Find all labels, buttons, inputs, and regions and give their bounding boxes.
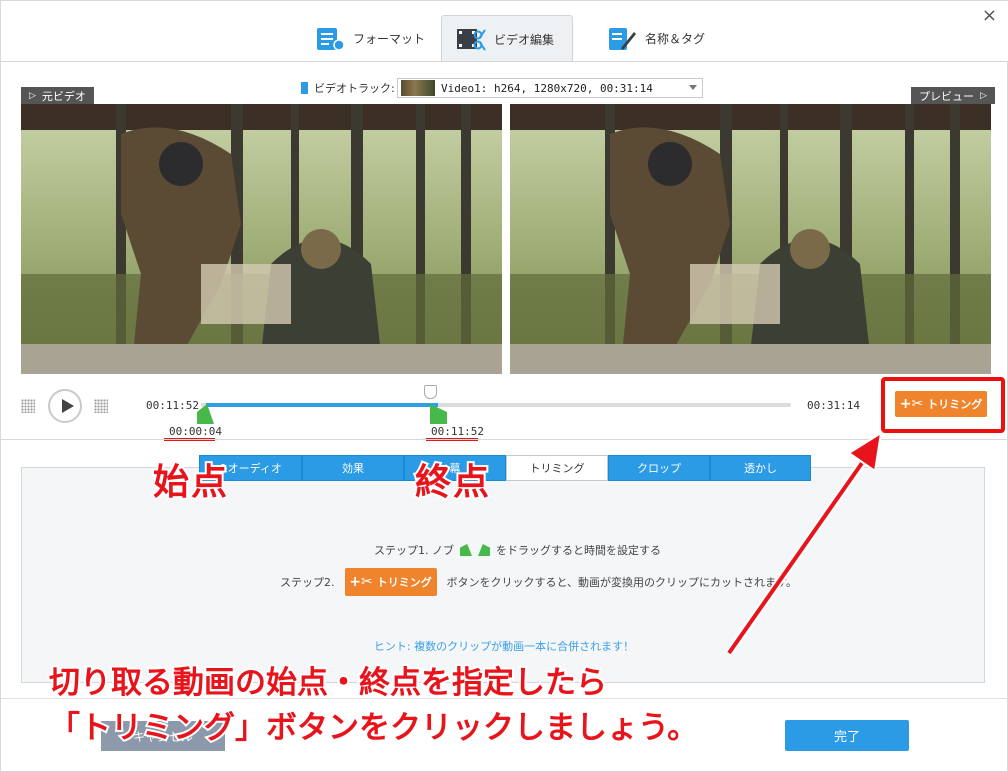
- step2-trim-button[interactable]: +✂ トリミング: [344, 568, 437, 596]
- grip-left-icon: [21, 399, 35, 413]
- video-editor-window: フォーマット ビデオ編集 名称＆タグ × ビデオトラック: Video1: h2…: [0, 0, 1008, 772]
- video-track-select[interactable]: Video1: h264, 1280x720, 00:31:14: [397, 78, 703, 98]
- close-icon[interactable]: ×: [982, 5, 997, 26]
- tab-video-edit-label: ビデオ編集: [494, 32, 555, 47]
- trim-highlight-box: [881, 377, 1005, 433]
- end-point-annotation: 終点: [413, 460, 492, 505]
- subtab-watermark[interactable]: 透かし: [710, 455, 811, 481]
- end-knob[interactable]: [430, 404, 447, 424]
- annotation-line2: 「トリミング」ボタンをクリックしましょう。: [47, 708, 700, 748]
- preview-label: プレビュー ▷: [911, 87, 995, 104]
- controls-divider: [1, 439, 1008, 440]
- step2-text: ステップ2. +✂ トリミング ボタンをクリックすると、動画が変換用のクリップに…: [280, 568, 797, 596]
- step2-prefix: ステップ2.: [280, 576, 335, 589]
- step2-trim-label: トリミング: [376, 576, 432, 589]
- current-time: 00:11:52: [146, 399, 199, 412]
- top-tab-bar: フォーマット ビデオ編集 名称＆タグ: [1, 1, 1008, 62]
- video-track-row: ビデオトラック:: [301, 77, 395, 99]
- video-track-label: ビデオトラック:: [314, 82, 395, 95]
- preview-video-frame: [510, 104, 991, 374]
- track-icon: [301, 82, 308, 94]
- end-marker-time: 00:11:52: [431, 425, 484, 438]
- hint-text: ヒント: 複数のクリップが動画一本に合併されます！: [373, 640, 635, 653]
- tab-divider: [1, 61, 1008, 62]
- start-point-annotation: 始点: [151, 460, 230, 505]
- timeline-selection: [206, 403, 438, 407]
- play-button[interactable]: [48, 389, 82, 423]
- original-video-label: ▷ 元ビデオ: [21, 87, 94, 104]
- format-icon: [315, 26, 345, 52]
- step1-text: ステップ1. ノブ をドラッグすると時間を設定する: [374, 542, 661, 558]
- tab-name-tag-label: 名称＆タグ: [645, 32, 706, 46]
- play-small-icon: ▷: [980, 90, 987, 101]
- preview-label-text: プレビュー: [919, 89, 974, 103]
- video-track-value: Video1: h264, 1280x720, 00:31:14: [441, 81, 653, 95]
- step1-suffix: をドラッグすると時間を設定する: [496, 544, 661, 557]
- tab-format[interactable]: フォーマット: [301, 15, 439, 62]
- done-button[interactable]: 完了: [785, 720, 909, 751]
- edit-subtabs: &オーディオ 効果 幕 トリミング クロップ 透かし: [199, 455, 811, 481]
- subtab-trimming[interactable]: トリミング: [506, 455, 608, 481]
- step2-suffix: ボタンをクリックすると、動画が変換用のクリップにカットされます。: [446, 576, 797, 589]
- playhead-handle[interactable]: [424, 385, 437, 399]
- name-tag-icon: [607, 26, 637, 52]
- chevron-down-icon: [689, 85, 697, 90]
- start-flag-icon: [460, 544, 472, 556]
- tab-video-edit[interactable]: ビデオ編集: [441, 15, 573, 62]
- video-edit-icon: [456, 26, 486, 52]
- subtab-crop[interactable]: クロップ: [608, 455, 710, 481]
- original-video-frame: [21, 104, 502, 374]
- plus-scissors-icon: +✂: [349, 574, 373, 590]
- track-thumbnail: [401, 80, 435, 96]
- annotation-line1: 切り取る動画の始点・終点を指定したら: [47, 663, 609, 703]
- instruction-annotation: 切り取る動画の始点・終点を指定したら 「トリミング」ボタンをクリックしましょう。: [47, 661, 700, 751]
- original-label-text: 元ビデオ: [41, 89, 86, 103]
- grip-right-icon: [94, 399, 108, 413]
- step1-prefix: ステップ1. ノブ: [374, 544, 454, 557]
- end-flag-icon: [478, 544, 490, 556]
- start-knob[interactable]: [197, 404, 214, 424]
- tab-name-tag[interactable]: 名称＆タグ: [593, 15, 719, 62]
- subtab-effects[interactable]: 効果: [302, 455, 404, 481]
- start-marker-time: 00:00:04: [169, 425, 222, 438]
- tab-format-label: フォーマット: [353, 32, 426, 46]
- play-small-icon: ▷: [29, 90, 36, 101]
- total-time: 00:31:14: [807, 399, 860, 412]
